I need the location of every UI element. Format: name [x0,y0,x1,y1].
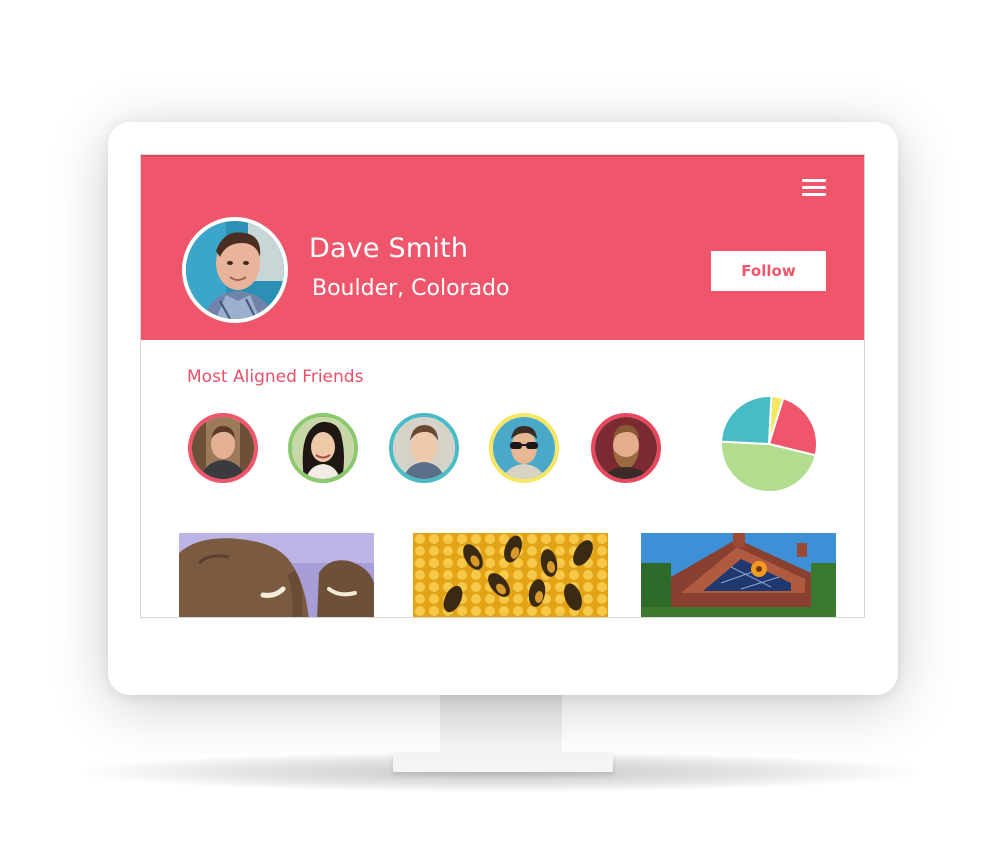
profile-avatar [182,217,288,323]
avatar-icon [292,417,354,479]
pie-slice-4 [720,395,773,446]
alignment-pie-chart [720,395,818,493]
profile-header: Dave Smith Boulder, Colorado Follow [141,155,864,340]
profile-location: Boulder, Colorado [312,276,510,301]
avatar-icon [393,417,455,479]
avatar-icon [192,417,254,479]
solar-house-photo[interactable] [641,533,836,617]
friend-avatar-5[interactable] [591,413,661,483]
avatar-photo [186,221,284,319]
friend-avatar-3[interactable] [389,413,459,483]
friend-avatar-1[interactable] [188,413,258,483]
elephant-photo-image [179,533,374,617]
hamburger-menu-icon[interactable] [802,179,826,197]
profile-name: Dave Smith [309,233,469,264]
monitor-stand-base [393,752,613,772]
follow-button[interactable]: Follow [711,251,826,291]
friends-section-title: Most Aligned Friends [187,367,364,387]
monitor-stand-neck [440,694,562,756]
honeybee-photo[interactable] [413,533,608,617]
elephant-photo[interactable] [179,533,374,617]
avatar-icon [595,417,657,479]
app-screen: Dave Smith Boulder, Colorado Follow Most… [140,154,865,618]
friend-avatar-2[interactable] [288,413,358,483]
honeybee-photo-image [413,533,608,617]
solar-house-photo-image [641,533,836,617]
friend-avatar-4[interactable] [489,413,559,483]
avatar-icon [493,417,555,479]
